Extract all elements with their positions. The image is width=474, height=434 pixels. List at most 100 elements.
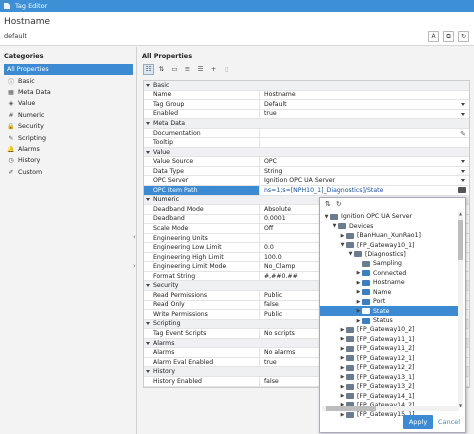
collapse-triangle-icon[interactable] xyxy=(146,83,150,87)
sort-tree-icon[interactable]: ⇅ xyxy=(325,200,331,208)
expanded-arrow-icon[interactable]: ▼ xyxy=(331,223,338,229)
grid-view-button[interactable]: ▭ xyxy=(169,64,180,75)
chevron-down-icon[interactable] xyxy=(461,179,465,183)
category-item-meta-data[interactable]: ▦ Meta Data xyxy=(4,87,133,98)
category-item-value[interactable]: ◈ Value xyxy=(4,98,133,109)
property-row-opc-item-path[interactable]: OPC Item Path ns=1;s=[NPH10_1]_Diagnostic… xyxy=(144,186,469,196)
tree-node[interactable]: ▶ [FP_Gateway13_1] xyxy=(320,372,458,381)
property-value[interactable] xyxy=(260,138,469,147)
property-category-meta-data[interactable]: Meta Data xyxy=(144,119,469,129)
browse-folder-icon[interactable] xyxy=(458,187,466,194)
property-category-value[interactable]: Value xyxy=(144,147,469,158)
chevron-down-icon[interactable] xyxy=(461,160,465,164)
tree-node[interactable]: ▶ Hostname xyxy=(320,278,458,287)
hscrollbar-thumb[interactable] xyxy=(326,406,376,411)
collapsed-arrow-icon[interactable]: ▶ xyxy=(339,233,346,239)
tree-node[interactable]: ▶ [FP_Gateway12_1] xyxy=(320,354,458,363)
tree-node[interactable]: ▶ [FP_Gateway11_1] xyxy=(320,335,458,344)
collapsed-arrow-icon[interactable]: ▶ xyxy=(355,318,362,324)
property-row-value-source[interactable]: Value Source OPC xyxy=(144,157,469,167)
collapse-triangle-icon[interactable] xyxy=(146,198,150,202)
refresh-tree-icon[interactable]: ↻ xyxy=(336,200,342,208)
collapsed-arrow-icon[interactable]: ▶ xyxy=(355,270,362,276)
scrollbar-thumb[interactable] xyxy=(458,220,463,260)
tree-node[interactable]: ▶ Connected xyxy=(320,269,458,278)
collapsed-arrow-icon[interactable]: ▶ xyxy=(339,355,346,361)
delete-property-button[interactable]: ▯ xyxy=(221,64,232,75)
filter-button[interactable]: ☰ xyxy=(195,64,206,75)
expanded-arrow-icon[interactable]: ▼ xyxy=(347,251,354,257)
expanded-arrow-icon[interactable]: ▼ xyxy=(339,242,346,248)
property-value[interactable]: Hostname xyxy=(260,91,469,100)
collapse-triangle-icon[interactable] xyxy=(146,322,150,326)
chevron-down-icon[interactable] xyxy=(461,169,465,173)
tree-node[interactable]: ▶ [FP_Gateway12_2] xyxy=(320,363,458,372)
collapsed-arrow-icon[interactable]: ▶ xyxy=(339,346,346,352)
property-row-tooltip[interactable]: Tooltip xyxy=(144,138,469,148)
category-item-numeric[interactable]: # Numeric xyxy=(4,110,133,121)
categorized-view-button[interactable]: ☷ xyxy=(143,63,154,75)
tree-node[interactable]: Sampling xyxy=(320,259,458,268)
expand-right-arrow-icon[interactable]: › xyxy=(133,262,136,270)
collapse-triangle-icon[interactable] xyxy=(146,284,150,288)
property-value[interactable]: ✎ xyxy=(260,129,469,138)
pencil-icon[interactable]: ✎ xyxy=(460,130,466,138)
collapsed-arrow-icon[interactable]: ▶ xyxy=(339,327,346,333)
property-value[interactable]: Ignition OPC UA Server xyxy=(260,176,469,185)
property-row-tag-group[interactable]: Tag Group Default xyxy=(144,100,469,110)
property-row-name[interactable]: Name Hostname xyxy=(144,90,469,101)
tree-node[interactable]: ▶ [BanHuan_XunRao1] xyxy=(320,231,458,240)
tree-node[interactable]: ▶ State xyxy=(320,306,458,316)
category-item-security[interactable]: 🔒 Security xyxy=(4,121,133,132)
font-size-button[interactable]: A xyxy=(428,31,439,42)
tree-node[interactable]: ▼ Devices xyxy=(320,221,458,230)
chevron-down-icon[interactable] xyxy=(461,103,465,107)
property-value[interactable]: true xyxy=(260,110,469,119)
tree-node[interactable]: ▼ [Diagnostics] xyxy=(320,250,458,259)
apply-button[interactable]: Apply xyxy=(403,415,433,429)
collapsed-arrow-icon[interactable]: ▶ xyxy=(355,289,362,295)
tree-node[interactable]: ▶ [FP_Gateway11_2] xyxy=(320,344,458,353)
add-property-button[interactable]: + xyxy=(208,64,219,75)
tree-node[interactable]: ▶ Name xyxy=(320,288,458,297)
list-view-button[interactable]: ≡ xyxy=(182,64,193,75)
cancel-button[interactable]: Cancel xyxy=(436,415,462,429)
collapse-triangle-icon[interactable] xyxy=(146,150,150,154)
property-value[interactable]: String xyxy=(260,167,469,176)
category-item-history[interactable]: ◷ History xyxy=(4,155,133,166)
collapsed-arrow-icon[interactable]: ▶ xyxy=(339,374,346,380)
refresh-button[interactable]: ↻ xyxy=(458,31,469,42)
collapsed-arrow-icon[interactable]: ▶ xyxy=(339,393,346,399)
collapse-left-arrow-icon[interactable]: ‹ xyxy=(133,233,136,241)
property-row-enabled[interactable]: Enabled true xyxy=(144,109,469,120)
category-item-all-properties[interactable]: All Properties xyxy=(4,64,133,76)
scroll-up-icon[interactable]: ▲ xyxy=(458,211,463,216)
category-item-alarms[interactable]: 🔔 Alarms xyxy=(4,144,133,155)
tree-horizontal-scrollbar[interactable] xyxy=(322,406,459,411)
collapse-triangle-icon[interactable] xyxy=(146,370,150,374)
collapse-triangle-icon[interactable] xyxy=(146,121,150,125)
copy-button[interactable]: ⧉ xyxy=(443,31,454,42)
collapsed-arrow-icon[interactable]: ▶ xyxy=(339,365,346,371)
tree-node[interactable]: ▶ Port xyxy=(320,297,458,306)
property-value[interactable]: Default xyxy=(260,100,469,109)
tree-node[interactable]: ▼ [FP_Gateway10_1] xyxy=(320,240,458,249)
collapsed-arrow-icon[interactable]: ▶ xyxy=(339,336,346,342)
tree-node[interactable]: ▶ [FP_Gateway14_1] xyxy=(320,391,458,400)
category-item-custom[interactable]: ✐ Custom xyxy=(4,167,133,178)
property-value[interactable]: OPC xyxy=(260,157,469,166)
collapse-triangle-icon[interactable] xyxy=(146,341,150,345)
collapsed-arrow-icon[interactable]: ▶ xyxy=(355,299,362,305)
collapsed-arrow-icon[interactable]: ▶ xyxy=(355,280,362,286)
chevron-down-icon[interactable] xyxy=(461,112,465,116)
property-row-opc-server[interactable]: OPC Server Ignition OPC UA Server xyxy=(144,176,469,187)
property-row-data-type[interactable]: Data Type String xyxy=(144,166,469,177)
collapsed-arrow-icon[interactable]: ▶ xyxy=(339,412,346,418)
tree-node[interactable]: ▶ Status xyxy=(320,316,458,325)
property-value[interactable]: ns=1;s=[NPH10_1]_Diagnostics]/State xyxy=(260,186,469,195)
property-category-basic[interactable]: Basic xyxy=(144,81,469,91)
collapsed-arrow-icon[interactable]: ▶ xyxy=(355,308,362,314)
expanded-arrow-icon[interactable]: ▼ xyxy=(323,214,330,220)
tree-node[interactable]: ▶ [FP_Gateway10_2] xyxy=(320,325,458,334)
property-row-documentation[interactable]: Documentation ✎ xyxy=(144,128,469,139)
